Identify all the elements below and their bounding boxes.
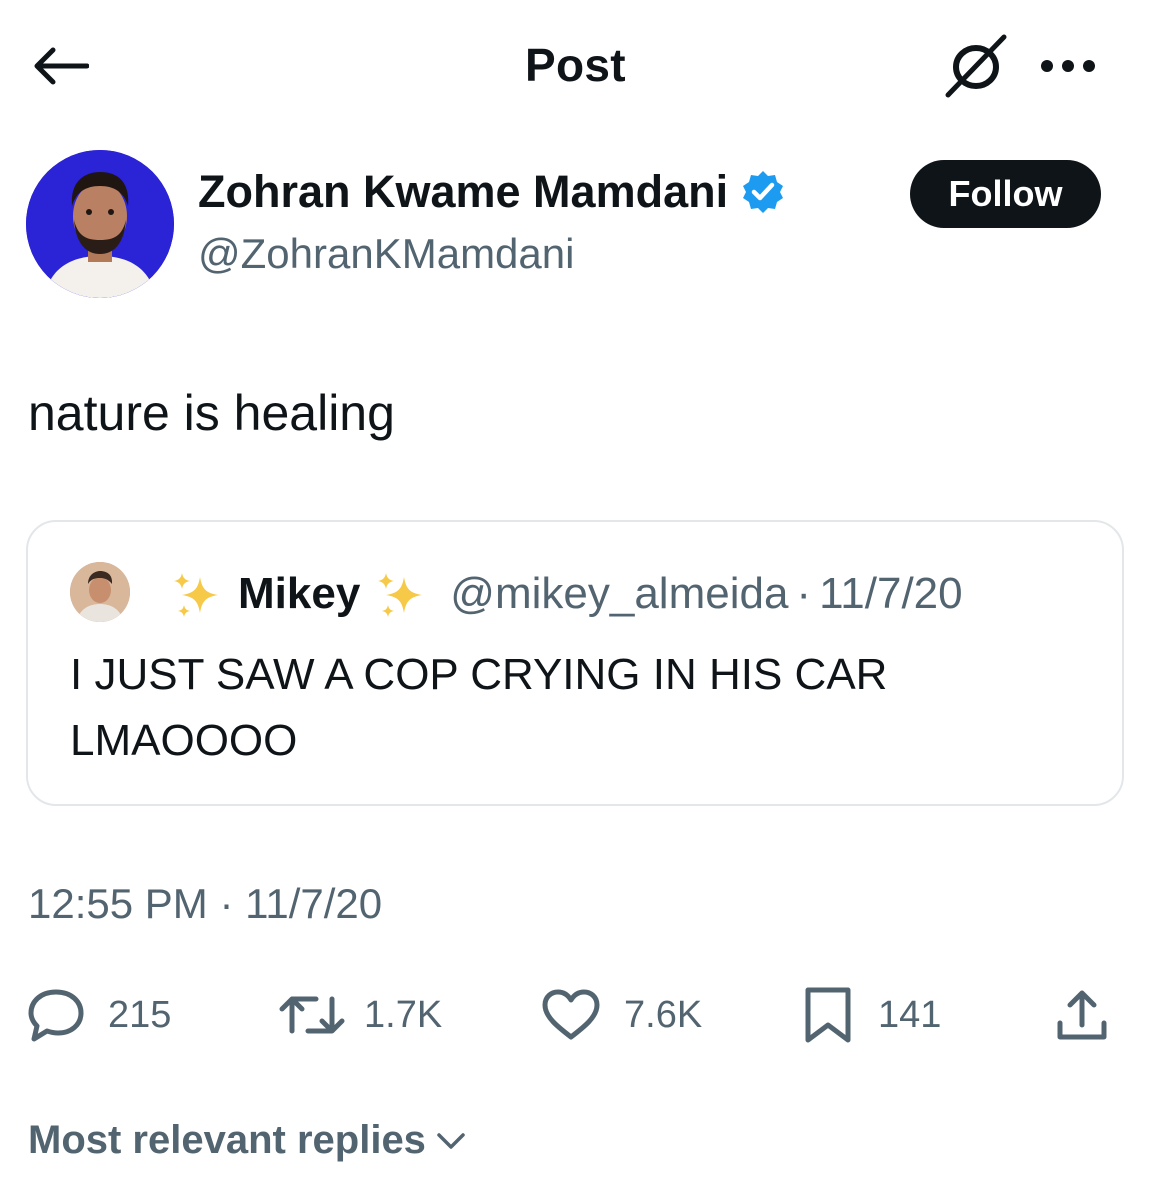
share-icon — [1057, 990, 1107, 1040]
reply-count: 215 — [108, 993, 172, 1036]
bookmark-icon — [805, 987, 851, 1043]
like-count: 7.6K — [624, 993, 703, 1036]
author-handle[interactable]: @ZohranKMamdani — [198, 230, 574, 278]
follow-button[interactable]: Follow — [910, 160, 1101, 228]
quoted-author-handle: @mikey_almeida — [450, 569, 789, 618]
replies-sort-dropdown[interactable]: Most relevant replies — [28, 1118, 466, 1163]
quoted-post-text: I JUST SAW A COP CRYING IN HIS CAR LMAOO… — [70, 650, 888, 765]
reply-button[interactable]: 215 — [26, 980, 171, 1050]
grok-icon — [945, 34, 1007, 98]
quoted-author-avatar[interactable] — [70, 562, 130, 622]
author-name-text: Zohran Kwame Mamdani — [198, 166, 729, 217]
quoted-author-name: Mikey — [238, 569, 361, 618]
quoted-post[interactable]: Mikey @mikey_almeida · 11/7/20 I JUST SA… — [26, 520, 1124, 806]
separator-dot: · — [796, 569, 812, 618]
reply-icon — [28, 989, 84, 1042]
action-bar: 215 1.7K 7.6K 141 — [0, 980, 1151, 1050]
repost-icon — [279, 996, 345, 1034]
quoted-post-header: Mikey @mikey_almeida · 11/7/20 — [170, 564, 963, 624]
sparkles-icon — [174, 573, 218, 617]
grok-button[interactable] — [936, 30, 1014, 102]
sparkles-icon — [378, 573, 423, 617]
bookmark-button[interactable]: 141 — [800, 980, 941, 1050]
replies-sort-label: Most relevant replies — [28, 1118, 426, 1162]
more-horizontal-icon — [1041, 60, 1095, 72]
repost-count: 1.7K — [364, 993, 443, 1036]
bookmark-count: 141 — [878, 993, 942, 1036]
author-name[interactable]: Zohran Kwame Mamdani — [198, 166, 786, 218]
share-button[interactable] — [1052, 980, 1112, 1050]
avatar-image — [70, 562, 130, 622]
author-avatar[interactable] — [26, 150, 174, 298]
heart-icon — [542, 989, 600, 1040]
post-timestamp[interactable]: 12:55 PM · 11/7/20 — [28, 880, 382, 928]
top-bar: Post — [0, 0, 1151, 130]
post-text: nature is healing — [28, 385, 395, 441]
avatar-image — [26, 150, 174, 298]
repost-button[interactable]: 1.7K — [276, 980, 442, 1050]
chevron-down-icon — [437, 1132, 465, 1149]
more-button[interactable] — [1032, 40, 1104, 92]
verified-badge-icon — [743, 171, 784, 213]
quoted-post-date: 11/7/20 — [819, 569, 963, 618]
like-button[interactable]: 7.6K — [540, 980, 702, 1050]
